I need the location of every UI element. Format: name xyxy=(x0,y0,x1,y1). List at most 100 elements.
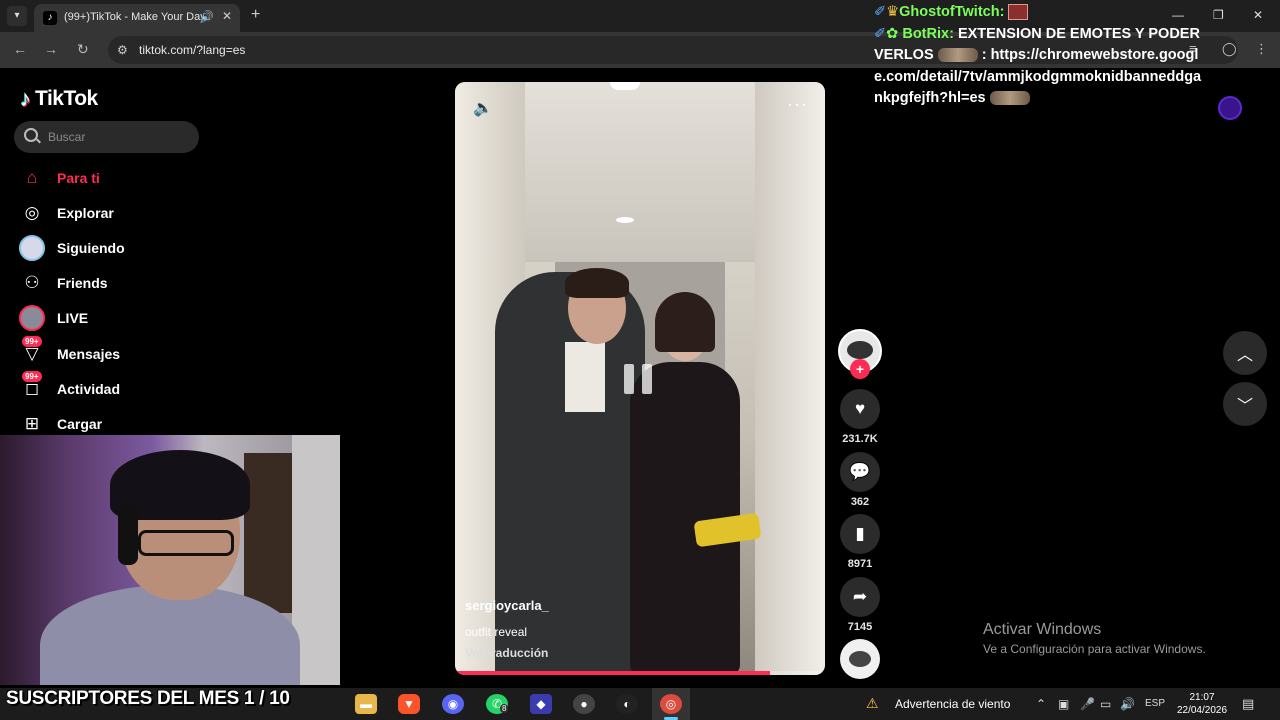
chevron-up-icon[interactable]: ︿ xyxy=(1223,331,1267,375)
nav-cargar[interactable]: ⊞ Cargar xyxy=(18,410,218,438)
nav-friends[interactable]: ⚇ Friends xyxy=(18,269,218,297)
man-figure xyxy=(495,272,645,675)
restore-icon[interactable]: ❐ xyxy=(1213,8,1224,22)
search-input[interactable] xyxy=(48,126,188,148)
audio-icon[interactable]: 🔊 xyxy=(200,10,214,23)
microphone-icon[interactable]: 🎤 xyxy=(1080,697,1095,711)
app-icon[interactable]: ◆ xyxy=(530,694,552,714)
nav-explorar[interactable]: ◎ Explorar xyxy=(18,199,218,227)
obs-icon[interactable]: ● xyxy=(573,694,595,714)
tab-search-icon[interactable]: ▾ xyxy=(7,6,27,26)
ceiling-light xyxy=(616,217,634,223)
subscribers-banner: SUSCRIPTORES DEL MES 1 / 10 xyxy=(6,688,290,709)
pause-icon[interactable] xyxy=(624,364,652,394)
chevron-up-tray-icon[interactable]: ⌃ xyxy=(1036,697,1046,711)
tiktok-logo[interactable]: ♪ TikTok xyxy=(20,86,98,112)
nav-label: Friends xyxy=(57,275,108,291)
video-progress-bar[interactable] xyxy=(455,671,825,675)
volume-icon[interactable]: 🔈 xyxy=(473,98,493,118)
crown-badge-icon: ♛ xyxy=(886,4,900,20)
reload-icon[interactable]: ↻ xyxy=(77,41,89,58)
nav-live[interactable]: LIVE xyxy=(18,304,218,332)
menu-icon[interactable]: ⋮ xyxy=(1255,41,1268,57)
meet-icon[interactable]: ▣ xyxy=(1058,697,1069,711)
activation-title: Activar Windows xyxy=(983,621,1102,638)
ceiling-light xyxy=(610,82,640,90)
whatsapp-icon[interactable]: ✆ 8 xyxy=(486,694,509,714)
back-icon[interactable]: ← xyxy=(13,41,27,57)
close-window-icon[interactable]: ✕ xyxy=(1253,8,1263,22)
chevron-down-icon[interactable]: ﹀ xyxy=(1223,382,1267,426)
system-clock[interactable]: 21:07 22/04/2026 xyxy=(1172,691,1232,717)
sword-badge-icon: ✐ xyxy=(874,25,887,42)
nav-actividad[interactable]: ◻ 99+ Actividad xyxy=(18,371,218,403)
video-author[interactable]: sergioycarla_ xyxy=(465,598,549,613)
more-options-icon[interactable]: ··· xyxy=(787,94,808,115)
nav-label: Cargar xyxy=(57,416,103,432)
windows-activation-watermark: Activar Windows Ve a Configuración para … xyxy=(983,621,1206,656)
search-icon[interactable] xyxy=(24,128,38,142)
follow-plus-icon[interactable]: + xyxy=(850,359,870,379)
browser-tab[interactable]: ♪ (99+)TikTok - Make Your Day 🔊 ✕ xyxy=(34,4,240,32)
nav-para-ti[interactable]: ⌂ Para ti xyxy=(18,164,218,192)
bot-badge-icon: ✿ xyxy=(886,25,899,42)
messages-icon: ▽ 99+ xyxy=(18,336,46,368)
site-info-icon[interactable]: ⚙ xyxy=(117,43,128,57)
discord-icon[interactable]: ◉ xyxy=(442,694,464,714)
file-explorer-icon[interactable]: ▬ xyxy=(355,694,377,714)
music-disc-icon[interactable] xyxy=(840,639,880,679)
network-icon[interactable]: ▭ xyxy=(1100,697,1111,711)
streamlabs-icon[interactable]: ◐ xyxy=(616,694,638,714)
nav-label: Mensajes xyxy=(57,346,121,362)
home-icon: ⌂ xyxy=(26,168,38,187)
whatsapp-badge: 8 xyxy=(500,704,509,713)
share-arrow-icon[interactable]: ➦ xyxy=(840,577,880,617)
webcam-overlay xyxy=(0,435,340,685)
share-count: 7145 xyxy=(847,621,873,633)
man-shirt xyxy=(565,342,605,412)
activation-subtitle: Ve a Configuración para activar Windows. xyxy=(983,642,1206,656)
messages-badge: 99+ xyxy=(22,336,42,347)
plus-icon[interactable]: + xyxy=(251,6,260,24)
url-text[interactable]: tiktok.com/?lang=es xyxy=(139,43,245,57)
stream-chat-overlay: ✐♛GhostofTwitch: ✐✿ BotRix: EXTENSION DE… xyxy=(874,2,1204,110)
man-hair xyxy=(565,268,629,298)
upload-icon: ⊞ xyxy=(24,414,40,433)
clock-time: 21:07 xyxy=(1189,692,1215,703)
tiktok-favicon-icon: ♪ xyxy=(43,11,57,25)
comment-icon[interactable]: 💬 xyxy=(840,452,880,492)
brave-icon[interactable]: ▼ xyxy=(398,694,420,714)
woman-hair xyxy=(655,292,715,352)
forward-icon[interactable]: → xyxy=(44,41,58,57)
streamer-glasses xyxy=(138,530,234,556)
chrome-icon[interactable]: ◎ xyxy=(660,694,682,714)
like-heart-icon[interactable]: ♥ xyxy=(840,389,880,429)
close-icon[interactable]: ✕ xyxy=(222,9,232,23)
tiktok-note-icon: ♪ xyxy=(20,86,31,111)
video-wall-right xyxy=(755,82,825,675)
warning-icon[interactable]: ⚠ xyxy=(866,695,879,712)
save-count: 8971 xyxy=(847,558,873,570)
chat-username: BotRix: xyxy=(902,25,954,42)
cat-emote-icon xyxy=(937,48,978,63)
language-indicator[interactable]: ESP xyxy=(1145,698,1165,709)
cat-emote-icon xyxy=(989,91,1030,106)
webcam-door xyxy=(244,453,292,613)
headphones-icon xyxy=(118,505,138,565)
activity-badge: 99+ xyxy=(22,371,42,382)
video-player[interactable]: 🔈 ··· sergioycarla_ outfit reveal Ver tr… xyxy=(455,82,825,675)
translate-link[interactable]: Ver traducción xyxy=(465,646,548,660)
search-box[interactable] xyxy=(14,121,199,153)
video-ceiling xyxy=(515,82,765,262)
profile-icon[interactable]: ◯ xyxy=(1222,41,1237,57)
notifications-icon[interactable]: ▤ xyxy=(1242,696,1254,712)
weather-alert[interactable]: Advertencia de viento xyxy=(895,697,1010,711)
nav-label: Siguiendo xyxy=(57,240,125,256)
video-progress-fill xyxy=(455,671,770,675)
volume-tray-icon[interactable]: 🔊 xyxy=(1120,697,1135,711)
nav-siguiendo[interactable]: Siguiendo xyxy=(18,234,218,262)
browser-profile-avatar[interactable] xyxy=(1218,96,1242,120)
logo-text: TikTok xyxy=(35,87,98,110)
bookmark-icon[interactable]: ▮ xyxy=(840,514,880,554)
nav-mensajes[interactable]: ▽ 99+ Mensajes xyxy=(18,336,218,368)
